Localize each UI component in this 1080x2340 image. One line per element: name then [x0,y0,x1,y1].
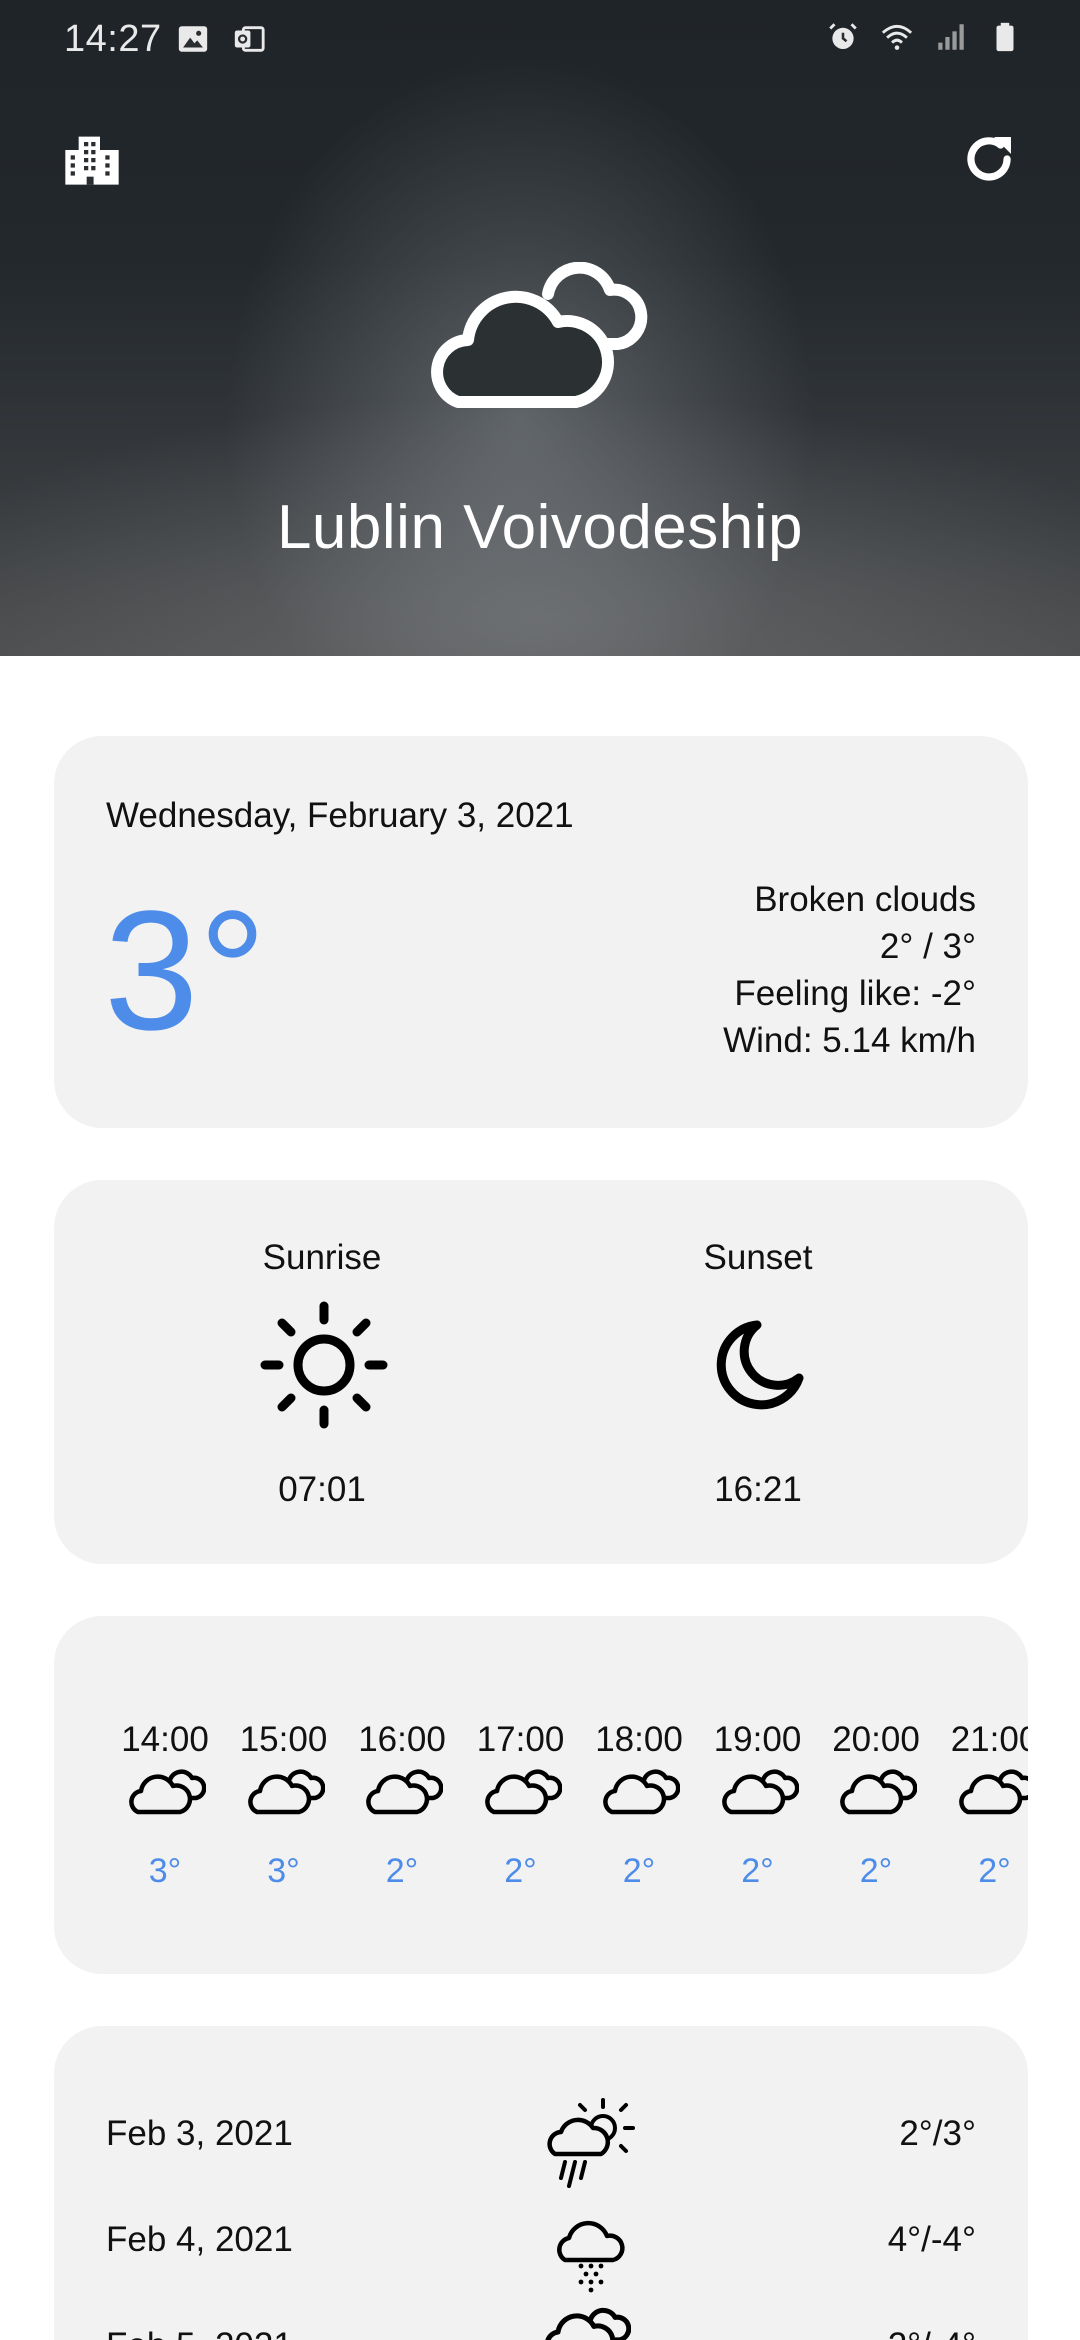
current-weather-card: Wednesday, February 3, 2021 3° Broken cl… [54,736,1028,1128]
wifi-icon [881,24,913,50]
hourly-temperature: 2° [385,1852,419,1890]
sun-card: Sunrise 07:01 Sunset 16:21 [54,1180,1028,1564]
daily-row[interactable]: Feb 3, 2021 2°/3° [106,2092,976,2188]
sunset-label: Sunset [703,1238,813,1277]
current-temperature: 3° [104,876,267,1066]
sun-icon [260,1301,388,1429]
hourly-time: 18:00 [595,1720,683,1759]
cloud-icon [541,2304,632,2340]
hourly-temperature: 3° [267,1852,300,1890]
image-icon [178,26,208,52]
current-details: Broken clouds 2° / 3° Feeling like: -2° … [723,876,976,1064]
daily-temperature: 2°/-4° [888,2326,976,2340]
alarm-icon [829,23,857,50]
moon-icon [716,1320,804,1410]
header-hero: 14:27 Lublin Voivodeship [0,0,1080,656]
hourly-temperature: 2° [741,1852,774,1890]
broken-clouds-icon [431,262,648,408]
cloud-icon [245,1766,325,1821]
cloud-icon [837,1766,918,1821]
hourly-time: 14:00 [121,1720,209,1759]
city-icon[interactable] [60,126,124,190]
hourly-time: 17:00 [476,1720,565,1759]
sun-rain-cloud-icon [541,2092,641,2197]
cloud-icon [956,1766,1028,1821]
sunrise-time: 07:01 [278,1470,366,1509]
daily-temperature: 2°/3° [899,2114,976,2153]
battery-icon [996,22,1014,52]
daily-date: Feb 3, 2021 [106,2114,293,2153]
hourly-time: 20:00 [832,1720,920,1759]
weather-description: Broken clouds [754,880,976,919]
sunset-time: 16:21 [714,1470,802,1509]
feels-like: Feeling like: -2° [734,974,976,1013]
current-date: Wednesday, February 3, 2021 [106,796,574,835]
hourly-forecast-list[interactable]: 14:00 3° 15:00 3° 16:00 2° 17:00 2° 18:0… [106,1616,1028,1974]
min-max-temperature: 2° / 3° [879,927,976,966]
hourly-time: 16:00 [358,1720,446,1759]
daily-temperature: 4°/-4° [887,2220,976,2259]
cloud-icon [600,1766,681,1821]
status-bar: 14:27 [0,0,1080,80]
hourly-forecast-card[interactable]: 14:00 3° 15:00 3° 16:00 2° 17:00 2° 18:0… [54,1616,1028,1974]
hourly-temperature: 2° [859,1852,893,1890]
hourly-time: 15:00 [239,1720,328,1759]
refresh-icon[interactable] [958,128,1020,190]
hourly-temperature: 2° [504,1852,537,1890]
snow-cloud-icon [541,2198,641,2303]
cloud-icon [363,1766,444,1821]
hourly-temperature: 2° [978,1852,1011,1890]
wind-speed: Wind: 5.14 km/h [723,1021,976,1060]
cloud-icon [719,1766,799,1821]
cloud-icon [482,1766,562,1821]
daily-row[interactable]: Feb 5, 2021 2°/-4° [106,2304,976,2340]
hourly-time: 21:00 [950,1720,1028,1759]
city-name: Lublin Voivodeship [276,493,804,562]
daily-date: Feb 4, 2021 [106,2220,293,2259]
hourly-temperature: 2° [622,1852,656,1890]
hourly-temperature: 3° [148,1852,182,1890]
daily-date: Feb 5, 2021 [106,2326,293,2340]
daily-forecast-card: Feb 3, 2021 2°/3° Feb 4, 2021 4°/-4° Feb… [54,2026,1028,2340]
signal-icon [938,24,964,50]
status-time: 14:27 [64,18,162,60]
sunrise-label: Sunrise [262,1238,382,1277]
outlook-icon [234,26,265,52]
hourly-time: 19:00 [713,1720,802,1759]
cloud-icon [126,1766,207,1821]
daily-row[interactable]: Feb 4, 2021 4°/-4° [106,2198,976,2293]
